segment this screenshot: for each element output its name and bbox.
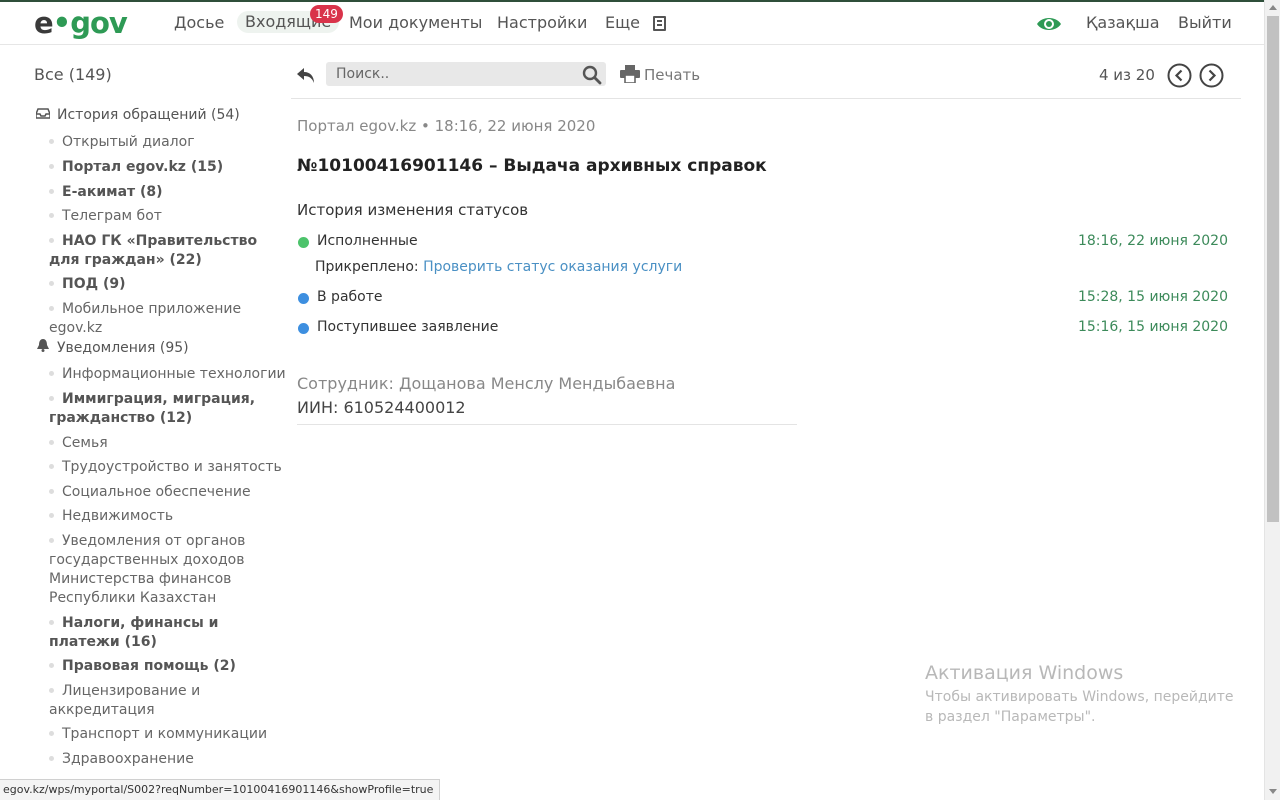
language-switch[interactable]: Қазақша bbox=[1086, 13, 1160, 32]
sidebar-item-telegram-bot[interactable]: Телеграм бот bbox=[49, 207, 287, 226]
logout-link[interactable]: Выйти bbox=[1178, 13, 1232, 32]
status-row-in-progress: В работе 15:28, 15 июня 2020 bbox=[298, 289, 1228, 309]
header: e•gov Досье Входящие 149 Мои документы Н… bbox=[0, 2, 1264, 45]
status-row-received: Поступившее заявление 15:16, 15 июня 202… bbox=[298, 319, 1228, 339]
inbox-count-badge: 149 bbox=[310, 5, 343, 23]
logo-leaf-icon: • bbox=[52, 6, 72, 40]
scroll-thumb[interactable] bbox=[1267, 16, 1279, 522]
scroll-down-arrow-icon[interactable] bbox=[1269, 789, 1277, 794]
employee-info: Сотрудник: Дощанова Менслу Мендыбаевна И… bbox=[297, 372, 675, 420]
eye-icon[interactable] bbox=[1036, 15, 1062, 33]
reply-icon[interactable] bbox=[295, 64, 317, 86]
sidebar-item-healthcare[interactable]: Здравоохранение bbox=[49, 750, 287, 769]
toolbar-divider bbox=[291, 98, 1241, 99]
scroll-up-arrow-icon[interactable] bbox=[1269, 5, 1277, 10]
inbox-tray-icon bbox=[35, 108, 51, 122]
sidebar-item-pod[interactable]: ПОД (9) bbox=[49, 275, 287, 294]
status-dot-blue-icon bbox=[298, 323, 309, 334]
sidebar-item-real-estate[interactable]: Недвижимость bbox=[49, 507, 287, 526]
previous-arrow-icon[interactable] bbox=[1167, 63, 1192, 88]
sidebar-item-employment[interactable]: Трудоустройство и занятость bbox=[49, 458, 287, 477]
status-history-title: История изменения статусов bbox=[297, 201, 529, 219]
sidebar-all[interactable]: Все (149) bbox=[34, 65, 112, 84]
document-icon[interactable] bbox=[653, 16, 666, 31]
page-scrollbar[interactable] bbox=[1264, 0, 1280, 800]
sidebar-item-taxes[interactable]: Налоги, финансы и платежи (16) bbox=[49, 614, 287, 652]
sidebar-item-e-akimat[interactable]: E-акимат (8) bbox=[49, 183, 287, 202]
print-button[interactable]: Печать bbox=[620, 65, 700, 84]
pager-text: 4 из 20 bbox=[1099, 66, 1155, 84]
bell-icon bbox=[36, 339, 51, 355]
sidebar-section-history[interactable]: История обращений (54) bbox=[35, 107, 240, 123]
status-dot-green-icon bbox=[298, 237, 309, 248]
check-status-link[interactable]: Проверить статус оказания услуги bbox=[423, 259, 682, 275]
sidebar-item-open-dialog[interactable]: Открытый диалог bbox=[49, 133, 287, 152]
link-status-url: egov.kz/wps/myportal/S002?reqNumber=1010… bbox=[0, 779, 441, 800]
search-box bbox=[326, 62, 606, 86]
sidebar-item-social-security[interactable]: Социальное обеспечение bbox=[49, 483, 287, 502]
status-row-completed: Исполненные 18:16, 22 июня 2020 bbox=[298, 233, 1228, 253]
employee-divider bbox=[297, 424, 797, 425]
printer-icon bbox=[620, 65, 640, 84]
employee-name: Сотрудник: Дощанова Менслу Мендыбаевна bbox=[297, 374, 676, 393]
sidebar-item-revenue-notifications[interactable]: Уведомления от органов государственных д… bbox=[49, 532, 287, 608]
egov-logo[interactable]: e•gov bbox=[34, 6, 128, 40]
nav-more[interactable]: Еще bbox=[605, 13, 640, 32]
search-input[interactable] bbox=[336, 64, 576, 84]
status-dot-blue-icon bbox=[298, 293, 309, 304]
sidebar-item-immigration[interactable]: Иммиграция, миграция, гражданство (12) bbox=[49, 390, 287, 428]
nav-settings[interactable]: Настройки bbox=[497, 13, 587, 32]
sidebar-item-licensing[interactable]: Лицензирование и аккредитация bbox=[49, 682, 287, 720]
sidebar-section-notifications[interactable]: Уведомления (95) bbox=[36, 339, 189, 356]
nav-dossier[interactable]: Досье bbox=[174, 13, 224, 32]
sidebar-item-it[interactable]: Информационные технологии bbox=[49, 365, 287, 384]
sidebar-item-egov-portal[interactable]: Портал egov.kz (15) bbox=[49, 158, 287, 177]
sidebar-item-transport[interactable]: Транспорт и коммуникации bbox=[49, 725, 287, 744]
employee-iin: ИИН: 610524400012 bbox=[297, 398, 466, 417]
attachment-line: Прикреплено: Проверить статус оказания у… bbox=[315, 259, 683, 275]
next-arrow-icon[interactable] bbox=[1199, 63, 1224, 88]
search-icon[interactable] bbox=[582, 65, 602, 85]
nav-my-documents[interactable]: Мои документы bbox=[349, 13, 482, 32]
sidebar-item-legal-aid[interactable]: Правовая помощь (2) bbox=[49, 657, 287, 676]
message-title: №10100416901146 – Выдача архивных справо… bbox=[297, 156, 767, 176]
message-meta: Портал egov.kz • 18:16, 22 июня 2020 bbox=[297, 117, 596, 135]
sidebar-item-gov-for-citizens[interactable]: НАО ГК «Правительство для граждан» (22) bbox=[49, 232, 287, 270]
windows-activation-title: Активация Windows bbox=[925, 662, 1124, 684]
windows-activation-text: Чтобы активировать Windows, перейдите в … bbox=[925, 689, 1234, 725]
sidebar-item-mobile-app[interactable]: Мобильное приложение egov.kz bbox=[49, 300, 287, 338]
sidebar-item-family[interactable]: Семья bbox=[49, 434, 287, 453]
